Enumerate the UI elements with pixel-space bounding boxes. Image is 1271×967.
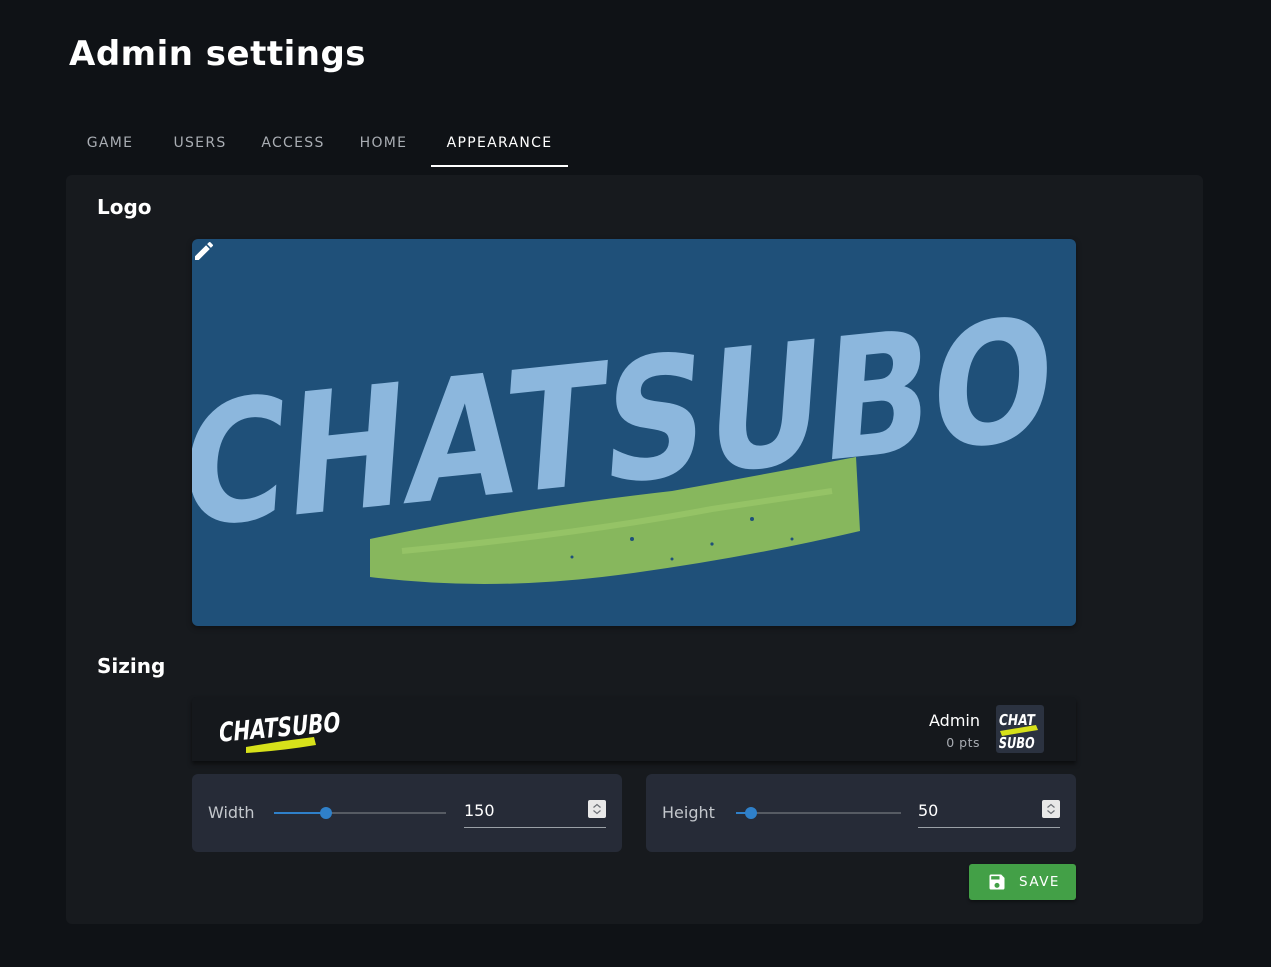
user-points: 0 pts	[946, 735, 980, 750]
preview-logo: CHATSUBO	[220, 708, 342, 753]
logo-section-title: Logo	[97, 195, 152, 219]
height-slider[interactable]	[736, 807, 901, 819]
width-spinner[interactable]	[588, 800, 606, 818]
width-control: Width	[192, 774, 622, 852]
user-name: Admin	[929, 711, 980, 730]
height-label: Height	[662, 803, 715, 822]
save-label: SAVE	[1019, 874, 1060, 890]
tab-home[interactable]: HOME	[336, 120, 431, 167]
width-input[interactable]	[464, 796, 574, 824]
preview-logo-text: CHATSUBO	[220, 708, 342, 749]
height-field[interactable]	[918, 796, 1060, 828]
width-slider-thumb[interactable]	[319, 807, 332, 819]
logo-image: CHATSUBO	[192, 281, 1060, 584]
pencil-icon[interactable]	[192, 239, 216, 263]
tab-users[interactable]: USERS	[150, 120, 250, 167]
avatar-text-bottom: SUBO	[997, 734, 1036, 752]
height-control: Height	[646, 774, 1076, 852]
appearance-card: Logo CHATSUBO Sizing CHATSUBO Admin 0 pt…	[66, 175, 1203, 924]
avatar[interactable]: CHAT SUBO	[996, 705, 1044, 753]
sizing-section-title: Sizing	[97, 654, 166, 678]
settings-tabs: GAME USERS ACCESS HOME APPEARANCE	[70, 120, 568, 167]
height-slider-thumb[interactable]	[744, 807, 757, 819]
width-label: Width	[208, 803, 255, 822]
avatar-text-top: CHAT	[998, 711, 1037, 729]
height-spinner[interactable]	[1042, 800, 1060, 818]
tab-access[interactable]: ACCESS	[250, 120, 336, 167]
floppy-disk-icon	[989, 874, 1005, 890]
tab-game[interactable]: GAME	[70, 120, 150, 167]
spinner-arrows-icon	[593, 803, 601, 815]
width-field[interactable]	[464, 796, 606, 828]
page-title: Admin settings	[69, 34, 367, 74]
save-button[interactable]: SAVE	[969, 864, 1076, 900]
logo-upload[interactable]: CHATSUBO	[192, 239, 1076, 626]
width-slider[interactable]	[274, 807, 446, 819]
spinner-arrows-icon	[1047, 803, 1055, 815]
header-preview: CHATSUBO Admin 0 pts CHAT SUBO	[192, 697, 1076, 761]
height-input[interactable]	[918, 796, 1028, 824]
tab-appearance[interactable]: APPEARANCE	[431, 120, 568, 167]
width-slider-fill	[274, 812, 326, 814]
